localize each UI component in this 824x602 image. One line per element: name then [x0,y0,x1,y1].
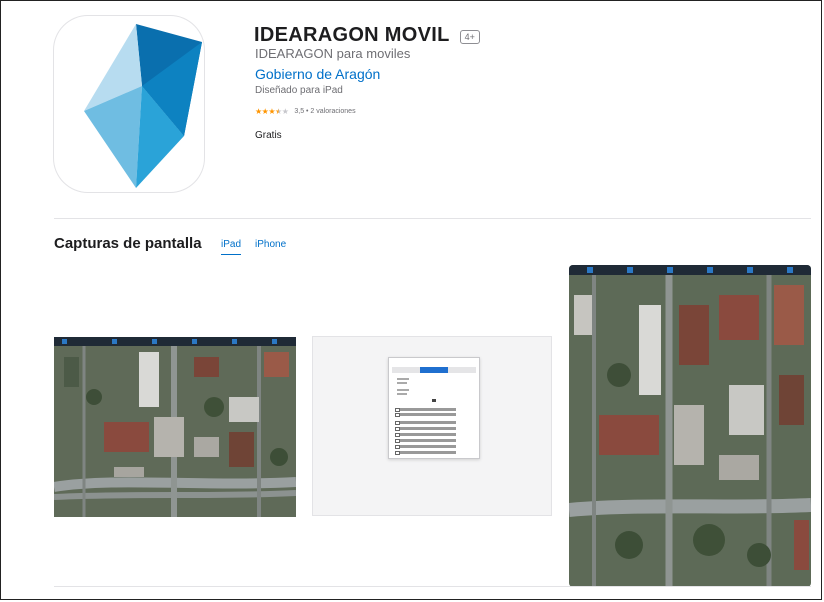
aerial-map-image [569,265,811,587]
price-label: Gratis [255,130,282,141]
settings-dialog-preview [388,357,480,459]
divider [54,586,811,587]
age-rating-badge: 4+ [459,29,480,44]
screenshot-map-portrait[interactable] [569,265,811,587]
screenshots-title: Capturas de pantalla [54,235,202,252]
aerial-map-image [54,337,296,517]
device-tabs: iPad iPhone [221,239,286,255]
app-icon [54,16,204,192]
app-subtitle: IDEARAGON para moviles [255,46,411,61]
divider [54,218,811,219]
idearagon-logo-icon [84,24,202,188]
rating-row: ★★★★★ 3,5 • 2 valoraciones [255,107,356,116]
tab-ipad[interactable]: iPad [221,239,242,255]
screenshot-settings-dialog[interactable] [312,336,552,516]
tab-iphone[interactable]: iPhone [255,239,286,255]
designed-for-label: Diseñado para iPad [255,85,343,96]
rating-summary: 3,5 • 2 valoraciones [294,108,356,115]
title-row: IDEARAGON MOVIL 4+ [254,24,480,47]
app-title: IDEARAGON MOVIL [254,24,450,46]
star-rating-icon: ★★★★★ [255,107,289,116]
developer-link[interactable]: Gobierno de Aragón [255,66,380,82]
screenshot-map-landscape[interactable] [54,337,296,517]
app-store-page: IDEARAGON MOVIL 4+ IDEARAGON para movile… [0,0,822,600]
